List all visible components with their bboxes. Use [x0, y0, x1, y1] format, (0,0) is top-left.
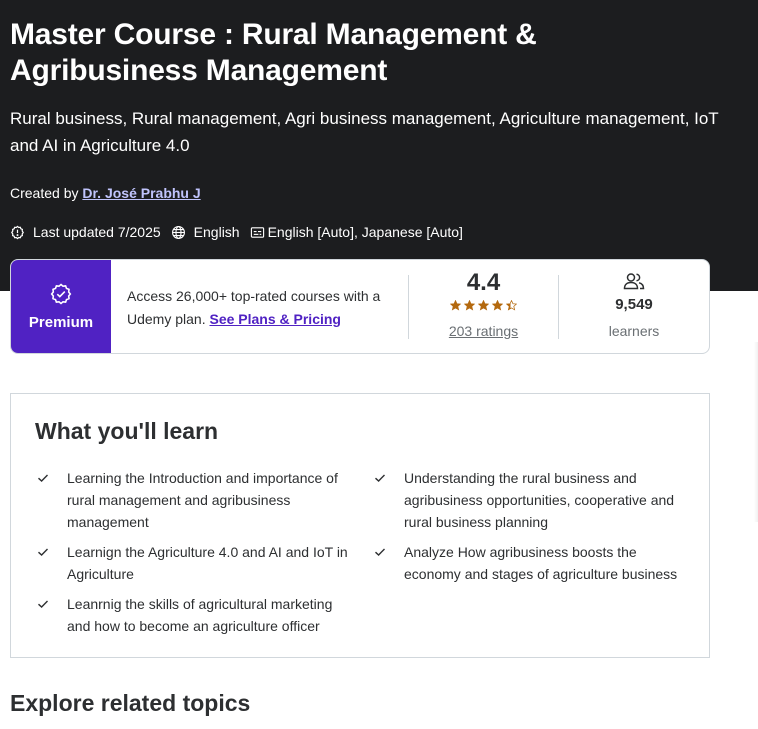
learn-item-text: Learnign the Agriculture 4.0 and AI and … [67, 544, 348, 582]
star-icon [492, 300, 503, 311]
course-captions: English [Auto], Japanese [Auto] [267, 224, 463, 240]
created-by: Created by Dr. José Prabhu J [10, 184, 201, 202]
check-icon [38, 600, 48, 608]
learn-item: Understanding the rural business and agr… [374, 467, 694, 533]
users-icon [623, 273, 645, 290]
created-by-label: Created by [10, 185, 79, 201]
course-meta: Last updated 7/2025 English English [Aut… [10, 222, 473, 242]
course-language: English [193, 224, 240, 240]
globe-icon [171, 225, 186, 240]
what-youll-learn: What you'll learn Learning the Introduct… [10, 393, 710, 658]
alert-badge-icon [10, 225, 25, 240]
explore-related-topics-title: Explore related topics [10, 690, 251, 716]
learners-count: 9,549 [615, 296, 653, 313]
learn-item-text: Analyze How agribusiness boosts the econ… [404, 544, 678, 582]
course-title: Master Course : Rural Management & Agrib… [10, 18, 537, 87]
learn-item-text: Understanding the rural business and agr… [404, 470, 675, 530]
learners-label: learners [608, 323, 660, 339]
see-plans-pricing-link[interactable]: See Plans & Pricing [209, 311, 341, 327]
star-icon [464, 300, 475, 311]
star-icon [506, 300, 517, 311]
plan-card: Premium Access 26,000+ top-rated courses… [10, 259, 710, 354]
learn-item-text: Leanrnig the skills of agricultural mark… [67, 596, 333, 634]
closed-captions-icon [250, 225, 265, 240]
check-icon [375, 474, 385, 482]
page-edge-shadow [754, 342, 758, 522]
star-icon [478, 300, 489, 311]
learners-stat: 9,549 learners [559, 272, 709, 339]
rating-value: 4.4 [466, 269, 501, 296]
plan-access-text: Access 26,000+ top-rated courses with a … [127, 285, 399, 331]
course-subtitle: Rural business, Rural management, Agri b… [10, 109, 719, 155]
learn-section-title: What you'll learn [35, 418, 219, 444]
course-rating: 4.4 203 ratings [409, 268, 558, 339]
learn-item: Analyze How agribusiness boosts the econ… [374, 541, 694, 585]
rating-stars [409, 300, 558, 311]
premium-badge: Premium [11, 260, 111, 353]
learn-item-text: Learning the Introduction and importance… [67, 470, 338, 530]
learn-item: Learning the Introduction and importance… [37, 467, 357, 533]
check-icon [38, 548, 48, 556]
ratings-count-link[interactable]: 203 ratings [409, 323, 558, 339]
learn-item: Leanrnig the skills of agricultural mark… [37, 593, 357, 637]
check-icon [375, 548, 385, 556]
author-link[interactable]: Dr. José Prabhu J [82, 185, 200, 201]
last-updated: Last updated 7/2025 [33, 224, 161, 240]
check-icon [38, 474, 48, 482]
star-icon [450, 300, 461, 311]
learn-item: Learnign the Agriculture 4.0 and AI and … [37, 541, 357, 585]
premium-badge-icon [50, 283, 72, 305]
premium-label: Premium [28, 314, 94, 331]
